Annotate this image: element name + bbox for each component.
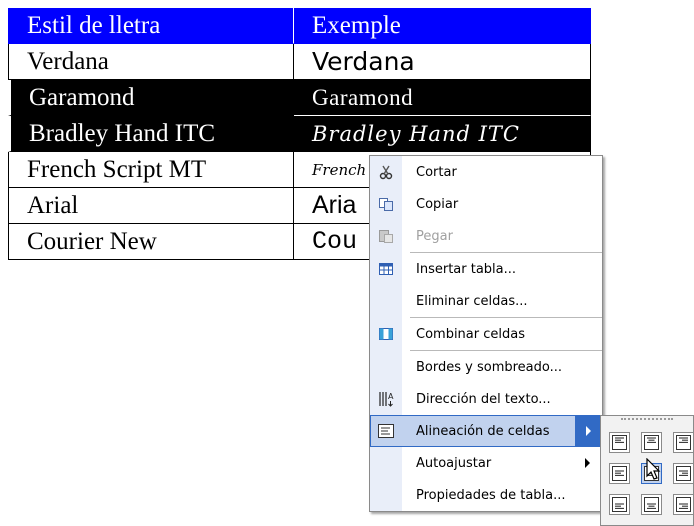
- font-name-cell[interactable]: Arial: [8, 188, 294, 224]
- font-name-cell[interactable]: Bradley Hand ITC: [8, 116, 294, 152]
- align-top-left-button[interactable]: [609, 432, 630, 453]
- submenu-arrow-icon: [586, 426, 591, 436]
- font-sample-cell[interactable]: Garamond: [294, 80, 591, 116]
- menu-item-label: Combinar celdas: [416, 326, 525, 342]
- align-bottom-right-icon: [676, 497, 691, 512]
- svg-text:A: A: [388, 392, 394, 401]
- align-middle-left-icon: [612, 466, 627, 481]
- align-middle-right-icon: [676, 466, 691, 481]
- menu-item-label: Pegar: [416, 228, 453, 244]
- table-context-menu: Cortar Copiar Pegar Insertar tabla... El…: [369, 155, 603, 512]
- menu-item-label: Autoajustar: [416, 455, 492, 471]
- align-middle-left-button[interactable]: [609, 463, 630, 484]
- font-name-cell[interactable]: Garamond: [8, 80, 294, 116]
- copy-icon: [370, 188, 402, 220]
- menu-item-label: Copiar: [416, 196, 459, 212]
- menu-item-borders-shading[interactable]: Bordes y sombreado...: [370, 351, 602, 383]
- header-cell-font-style[interactable]: Estil de lletra: [8, 8, 294, 44]
- table-row: Verdana Verdana: [8, 44, 591, 80]
- align-bottom-left-icon: [612, 497, 627, 512]
- menu-item-label: Dirección del texto...: [416, 391, 551, 407]
- menu-item-text-direction[interactable]: A Dirección del texto...: [370, 383, 602, 415]
- mouse-cursor-icon: [646, 458, 661, 480]
- align-bottom-center-icon: [644, 497, 659, 512]
- align-top-left-icon: [612, 435, 627, 450]
- header-cell-example[interactable]: Exemple: [294, 8, 591, 44]
- table-row-selected: Bradley Hand ITC Bradley Hand ITC: [8, 116, 591, 152]
- menu-item-merge-cells[interactable]: Combinar celdas: [370, 318, 602, 350]
- align-top-right-button[interactable]: [673, 432, 694, 453]
- align-top-center-icon: [644, 435, 659, 450]
- menu-item-insert-table[interactable]: Insertar tabla...: [370, 253, 602, 285]
- menu-item-delete-cells[interactable]: Eliminar celdas...: [370, 285, 602, 317]
- menu-item-table-properties[interactable]: Propiedades de tabla...: [370, 479, 602, 511]
- table-header-row: Estil de lletra Exemple: [8, 8, 591, 44]
- menu-item-label: Alineación de celdas: [416, 423, 550, 439]
- text-direction-icon: A: [370, 383, 402, 415]
- submenu-arrow-icon: [585, 458, 590, 468]
- font-name-cell[interactable]: Verdana: [8, 44, 294, 80]
- merge-cells-icon: [370, 318, 402, 350]
- menu-item-label: Insertar tabla...: [416, 261, 517, 277]
- align-bottom-center-button[interactable]: [641, 494, 662, 515]
- menu-item-paste[interactable]: Pegar: [370, 220, 602, 252]
- align-top-right-icon: [676, 435, 691, 450]
- palette-drag-handle[interactable]: [621, 418, 673, 428]
- cell-alignment-icon: [370, 415, 402, 447]
- align-bottom-right-button[interactable]: [673, 494, 694, 515]
- insert-table-icon: [370, 253, 402, 285]
- font-name-cell[interactable]: Courier New: [8, 224, 294, 260]
- font-sample-cell[interactable]: Bradley Hand ITC: [294, 116, 591, 152]
- paste-icon: [370, 220, 402, 252]
- align-top-center-button[interactable]: [641, 432, 662, 453]
- align-middle-right-button[interactable]: [673, 463, 694, 484]
- menu-item-cell-alignment[interactable]: Alineación de celdas: [370, 415, 602, 447]
- menu-item-label: Propiedades de tabla...: [416, 487, 566, 503]
- menu-item-cut[interactable]: Cortar: [370, 156, 602, 188]
- align-bottom-left-button[interactable]: [609, 494, 630, 515]
- menu-item-autofit[interactable]: Autoajustar: [370, 447, 602, 479]
- font-name-cell[interactable]: French Script MT: [8, 152, 294, 188]
- menu-item-label: Cortar: [416, 164, 457, 180]
- menu-item-copy[interactable]: Copiar: [370, 188, 602, 220]
- table-row-selected: Garamond Garamond: [8, 80, 591, 116]
- font-sample-cell[interactable]: Verdana: [294, 44, 591, 80]
- menu-item-label: Bordes y sombreado...: [416, 359, 563, 375]
- scissors-icon: [370, 156, 402, 188]
- menu-item-label: Eliminar celdas...: [416, 293, 528, 309]
